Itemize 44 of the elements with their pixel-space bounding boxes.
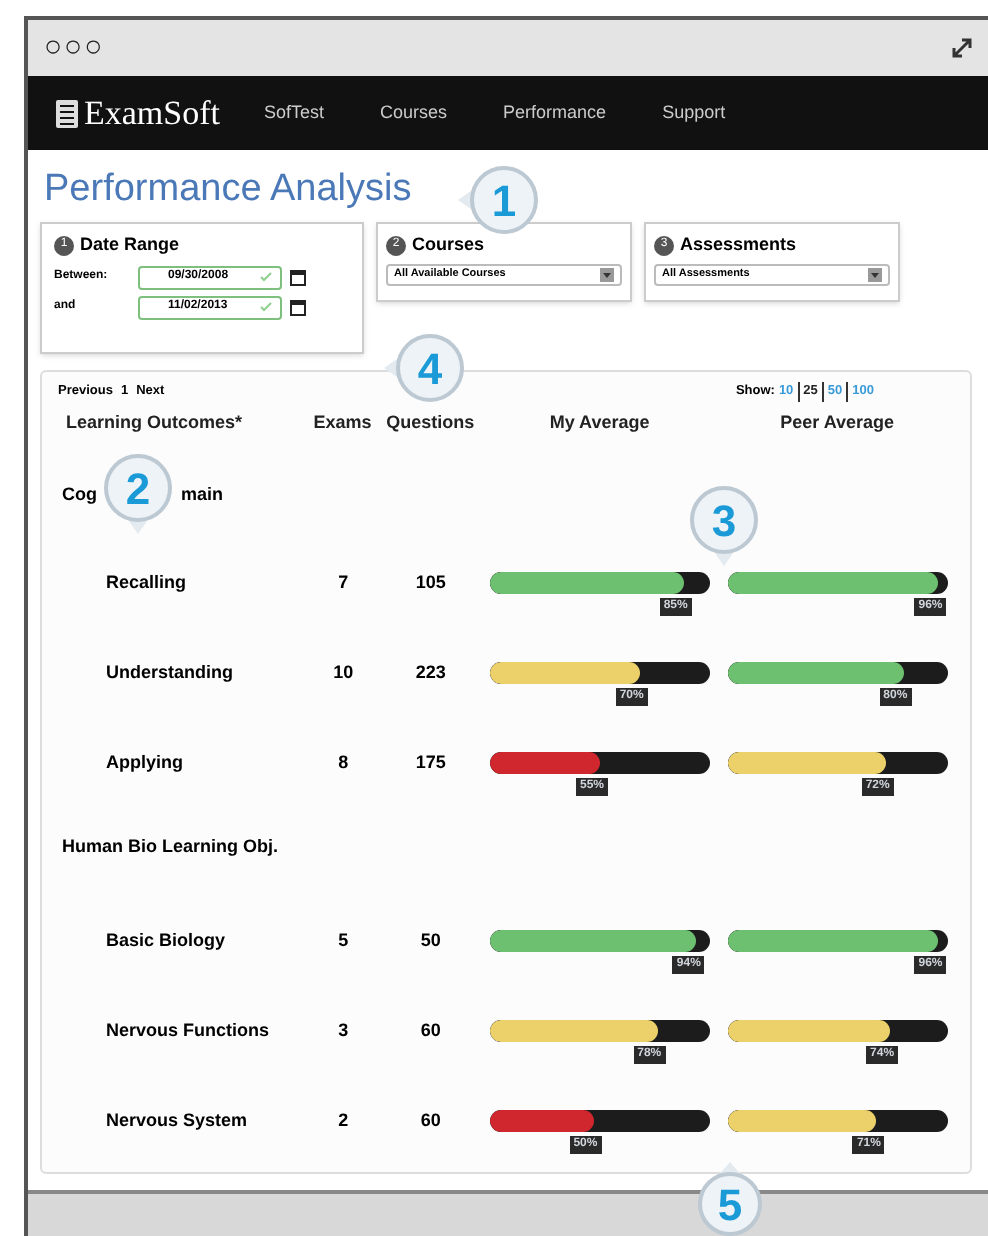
outcome-name: Basic Biology xyxy=(104,930,228,953)
questions-count: 50 xyxy=(418,930,443,953)
page-title: Performance Analysis xyxy=(44,166,412,214)
dropdown-arrow-icon[interactable] xyxy=(600,267,614,281)
nav-link[interactable]: Support xyxy=(662,99,726,127)
questions-count: 223 xyxy=(413,662,448,685)
brand-name[interactable]: ExamSoft xyxy=(84,87,220,139)
dropdown-arrow-icon[interactable] xyxy=(868,267,882,281)
questions-count: 175 xyxy=(413,752,448,775)
panel-title: Courses xyxy=(412,232,485,258)
exams-count: 10 xyxy=(331,662,356,685)
questions-count: 105 xyxy=(413,572,448,595)
column-header: Peer Average xyxy=(778,409,897,436)
panel-title: Assessments xyxy=(680,232,797,258)
group-title: main xyxy=(181,481,224,507)
outcome-name: Nervous System xyxy=(104,1110,250,1133)
window-controls[interactable]: ○○○ xyxy=(44,25,105,71)
column-header: Exams xyxy=(311,409,374,436)
panel-title: Date Range xyxy=(80,232,180,258)
calendar-icon[interactable] xyxy=(290,299,306,315)
group-title: Human Bio Learning Obj. xyxy=(62,834,279,861)
exams-count: 5 xyxy=(336,930,351,953)
nav-link[interactable]: SofTest xyxy=(264,99,325,127)
exams-count: 2 xyxy=(336,1110,351,1133)
outcome-name: Nervous Functions xyxy=(104,1020,272,1043)
nav-link[interactable]: Courses xyxy=(380,99,448,127)
group-title: Cog xyxy=(62,481,97,508)
nav-link[interactable]: Performance xyxy=(503,99,607,127)
outcome-name: Applying xyxy=(104,752,185,775)
check-icon xyxy=(260,272,272,282)
column-header: My Average xyxy=(547,409,652,436)
exams-count: 3 xyxy=(336,1020,351,1043)
questions-count: 60 xyxy=(418,1020,443,1043)
exams-count: 8 xyxy=(336,752,351,775)
column-header: Questions xyxy=(384,409,477,436)
questions-count: 60 xyxy=(418,1110,443,1133)
outcome-name: Recalling xyxy=(104,572,189,595)
calendar-icon[interactable] xyxy=(290,269,306,285)
check-icon xyxy=(260,302,272,312)
resize-icon[interactable] xyxy=(952,38,972,58)
column-header: Learning Outcomes* xyxy=(64,409,245,436)
exams-count: 7 xyxy=(336,572,351,595)
outcome-name: Understanding xyxy=(104,662,236,685)
logo-icon xyxy=(56,99,78,127)
